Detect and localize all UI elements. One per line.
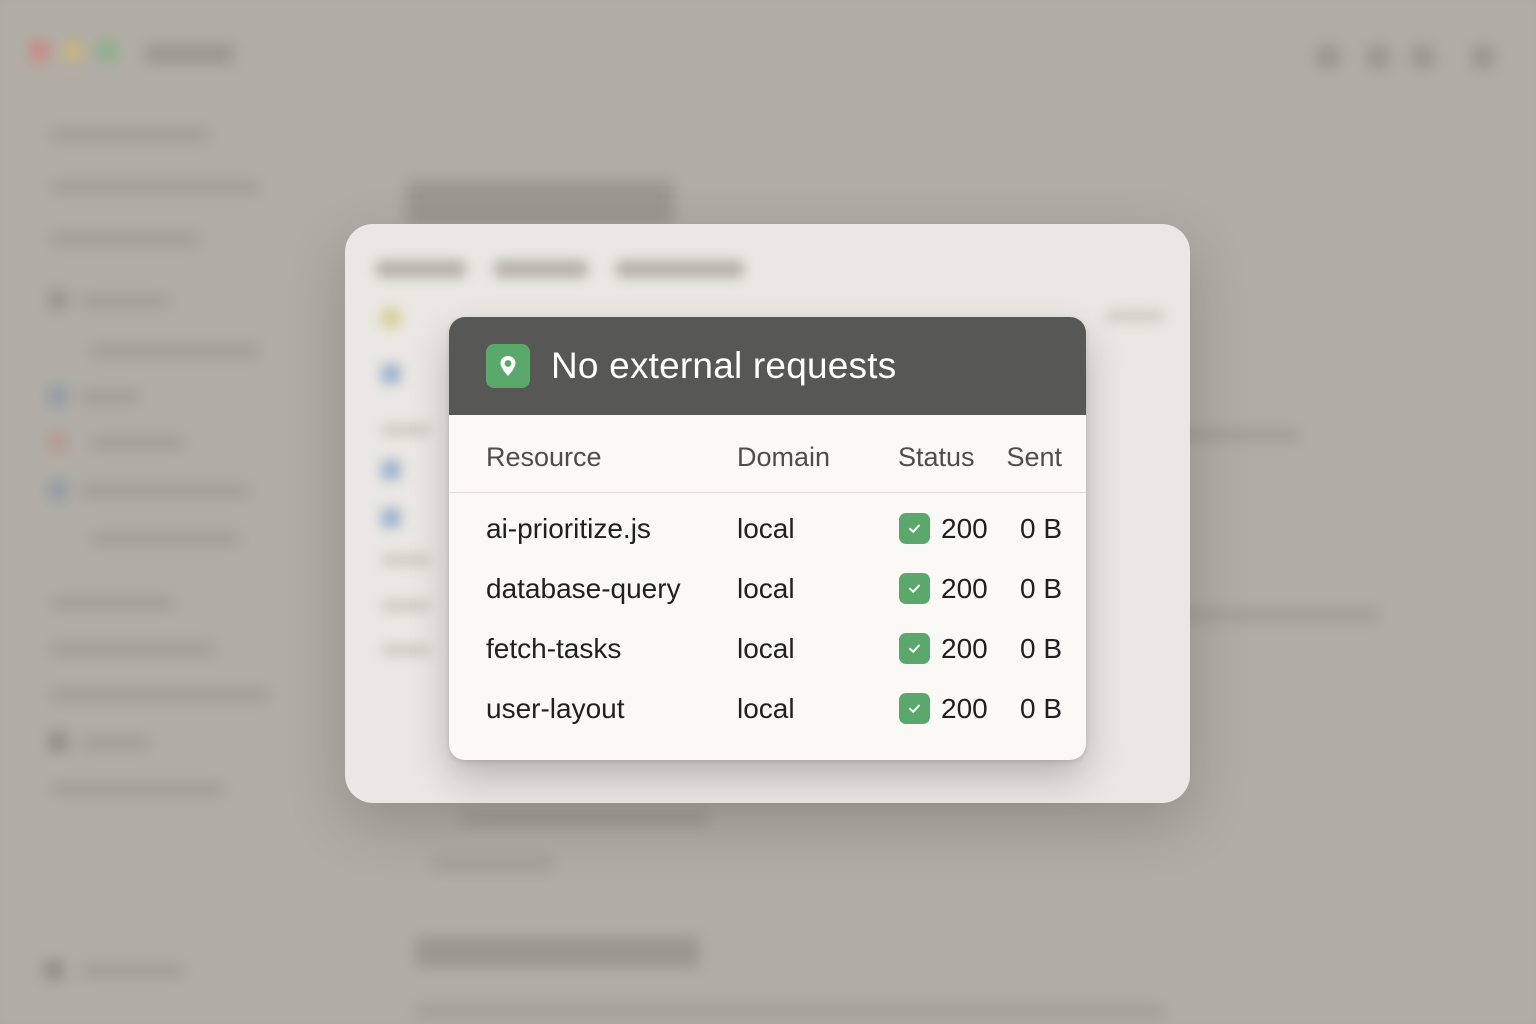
status-code: 200	[941, 633, 988, 664]
domain-value: local	[737, 633, 795, 664]
sidebar-item	[80, 964, 185, 978]
panel-row	[381, 424, 431, 436]
sidebar-item	[50, 180, 260, 194]
resource-name: user-layout	[486, 693, 625, 724]
domain-value: local	[737, 573, 795, 604]
status-code: 200	[941, 573, 988, 604]
panel-tab	[493, 260, 589, 278]
check-icon	[899, 573, 930, 604]
page-heading	[405, 180, 675, 226]
panel-row	[381, 644, 431, 656]
sidebar-icon	[48, 386, 68, 406]
status-code: 200	[941, 693, 988, 724]
sidebar-icon	[48, 290, 68, 310]
window-maximize-dot	[96, 40, 118, 62]
sidebar-icon	[44, 960, 64, 980]
domain-value: local	[737, 513, 795, 544]
content-line	[430, 856, 555, 870]
sidebar-item	[50, 642, 215, 656]
check-icon	[899, 693, 930, 724]
panel-tab	[615, 260, 745, 278]
status-code: 200	[941, 513, 988, 544]
table-header: Resource Domain Status Sent	[449, 415, 1086, 493]
sent-bytes: 0 B	[1019, 513, 1062, 544]
dialog-header: No external requests	[449, 317, 1086, 415]
section-heading	[415, 936, 700, 968]
network-requests-dialog: No external requests Resource Domain Sta…	[449, 317, 1086, 760]
panel-icon	[381, 460, 401, 480]
table-row[interactable]: user-layout local 200 0 B	[449, 678, 1086, 738]
panel-row	[381, 600, 431, 612]
domain-value: local	[737, 693, 795, 724]
content-line	[415, 1004, 1165, 1018]
sidebar-item	[50, 232, 200, 246]
sidebar-item	[80, 484, 250, 498]
panel-icon	[381, 364, 401, 384]
sidebar-icon	[48, 480, 68, 500]
sidebar-item	[50, 128, 210, 142]
table-row[interactable]: ai-prioritize.js local 200 0 B	[449, 498, 1086, 558]
sidebar-item	[50, 782, 225, 796]
sidebar-item	[50, 688, 270, 702]
location-pin-icon	[486, 344, 530, 388]
content-line	[460, 812, 710, 826]
resource-name: ai-prioritize.js	[486, 513, 651, 544]
sidebar-item	[90, 344, 260, 358]
dialog-title: No external requests	[551, 345, 897, 386]
toolbar-icon	[1315, 44, 1341, 70]
resource-name: database-query	[486, 573, 681, 604]
table-row[interactable]: database-query local 200 0 B	[449, 558, 1086, 618]
sent-bytes: 0 B	[1019, 573, 1062, 604]
toolbar-icon	[1365, 44, 1391, 70]
sidebar-item	[80, 736, 150, 750]
panel-row	[1105, 310, 1165, 322]
panel-row	[381, 554, 431, 566]
sidebar-item	[90, 532, 240, 546]
request-table: ai-prioritize.js local 200 0 B database-…	[449, 493, 1086, 738]
table-row[interactable]: fetch-tasks local 200 0 B	[449, 618, 1086, 678]
toolbar-icon	[1410, 44, 1436, 70]
panel-icon	[381, 308, 401, 328]
window-minimize-dot	[62, 40, 84, 62]
panel-icon	[381, 508, 401, 528]
panel-tab	[375, 260, 467, 278]
sidebar-icon	[48, 732, 68, 752]
sidebar-icon	[48, 432, 68, 452]
sidebar-item	[80, 294, 170, 308]
check-icon	[899, 633, 930, 664]
app-logo	[145, 44, 235, 64]
sidebar-item	[50, 596, 175, 610]
sidebar-item	[90, 436, 185, 450]
column-header-domain: Domain	[737, 442, 831, 472]
toolbar-icon	[1470, 44, 1496, 70]
column-header-status: Status	[898, 442, 975, 472]
sent-bytes: 0 B	[1019, 693, 1062, 724]
check-icon	[899, 513, 930, 544]
column-header-sent: Sent	[1006, 442, 1062, 472]
sent-bytes: 0 B	[1019, 633, 1062, 664]
window-close-dot	[28, 40, 50, 62]
resource-name: fetch-tasks	[486, 633, 622, 664]
column-header-resource: Resource	[486, 442, 602, 472]
sidebar-item	[80, 390, 140, 404]
